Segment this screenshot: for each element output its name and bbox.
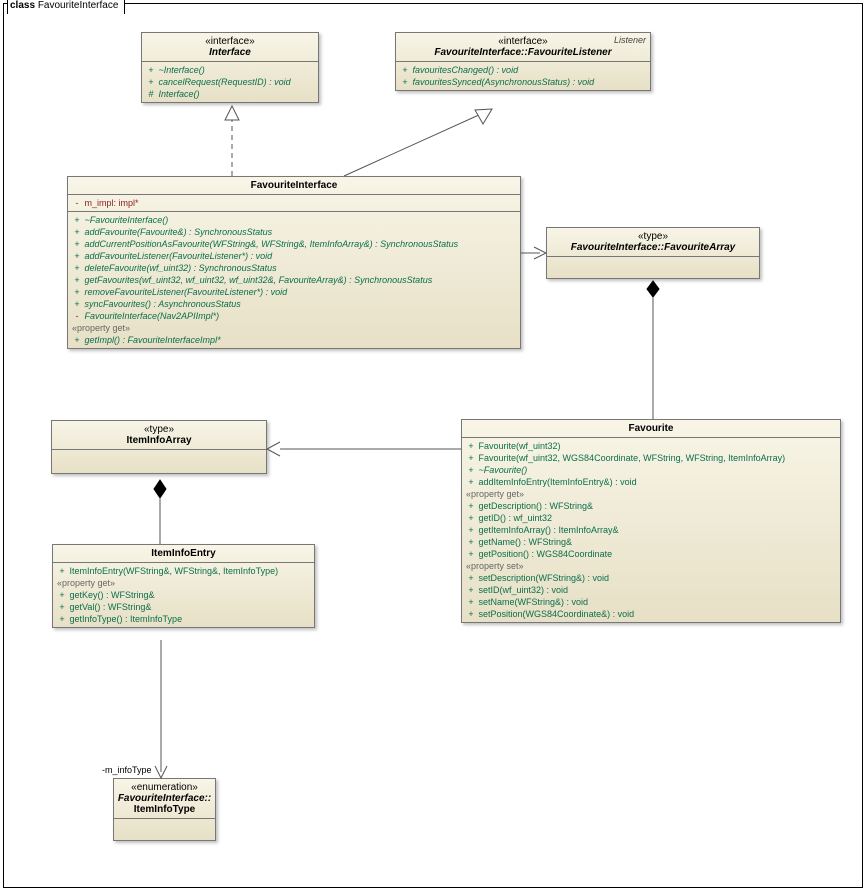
operation-row: + setID(wf_uint32) : void — [466, 584, 836, 596]
class-favinterface-attrs: - m_impl: impl* — [68, 194, 520, 211]
operation-row: + ~FavouriteInterface() — [72, 214, 516, 226]
operation-row: + cancelRequest(RequestID) : void — [146, 76, 314, 88]
class-favourite: Favourite + Favourite(wf_uint32) + Favou… — [461, 419, 841, 623]
stereotype-label: «interface» — [400, 36, 646, 47]
empty-section — [52, 449, 266, 473]
operation-row: + getInfoType() : ItemInfoType — [57, 613, 310, 625]
class-favinterface-ops: + ~FavouriteInterface() + addFavourite(F… — [68, 211, 520, 348]
operation-row: + getImpl() : FavouriteInterfaceImpl* — [72, 334, 516, 346]
operation-row: + getFavourites(wf_uint32, wf_uint32, wf… — [72, 274, 516, 286]
class-favarray-title: «type» FavouriteInterface::FavouriteArra… — [547, 228, 759, 256]
operation-row: + getVal() : WFString& — [57, 601, 310, 613]
class-iteminfotype-title: «enumeration» FavouriteInterface:: ItemI… — [114, 779, 215, 818]
empty-section — [114, 818, 215, 840]
class-name: Favourite — [466, 423, 836, 434]
operation-row: + ~Favourite() — [466, 464, 836, 476]
class-favourite-ops: + Favourite(wf_uint32) + Favourite(wf_ui… — [462, 437, 840, 622]
operation-row: + setDescription(WFString&) : void — [466, 572, 836, 584]
class-iteminfoentry-title: ItemInfoEntry — [53, 545, 314, 562]
operation-row: + favouritesChanged() : void — [400, 64, 646, 76]
operation-row: + getPosition() : WGS84Coordinate — [466, 548, 836, 560]
operation-row: + ~Interface() — [146, 64, 314, 76]
class-name: FavouriteInterface:: — [116, 793, 213, 804]
operation-row: + setName(WFString&) : void — [466, 596, 836, 608]
frame-title-tab: class FavouriteInterface — [7, 0, 125, 14]
class-favourite-interface: FavouriteInterface - m_impl: impl* + ~Fa… — [67, 176, 521, 349]
class-name: FavouriteInterface — [72, 180, 516, 191]
class-favinterface-title: FavouriteInterface — [68, 177, 520, 194]
class-interface-title: «interface» Interface — [142, 33, 318, 61]
operation-row: - FavouriteInterface(Nav2APIImpl*) — [72, 310, 516, 322]
class-item-info-entry: ItemInfoEntry + ItemInfoEntry(WFString&,… — [52, 544, 315, 628]
class-favourite-array: «type» FavouriteInterface::FavouriteArra… — [546, 227, 760, 279]
empty-section — [547, 256, 759, 278]
operation-row: + addItemInfoEntry(ItemInfoEntry&) : voi… — [466, 476, 836, 488]
class-listener-ops: + favouritesChanged() : void + favourite… — [396, 61, 650, 90]
class-iteminfoentry-ops: + ItemInfoEntry(WFString&, WFString&, It… — [53, 562, 314, 627]
attribute-row: - m_impl: impl* — [72, 197, 516, 209]
operation-row: + favouritesSynced(AsynchronousStatus) :… — [400, 76, 646, 88]
class-favourite-listener: Listener «interface» FavouriteInterface:… — [395, 32, 651, 91]
property-get-label: «property get» — [57, 577, 310, 589]
operation-row: # Interface() — [146, 88, 314, 100]
class-iteminfoarray-title: «type» ItemInfoArray — [52, 421, 266, 449]
operation-row: + removeFavouriteListener(FavouriteListe… — [72, 286, 516, 298]
class-item-info-type: «enumeration» FavouriteInterface:: ItemI… — [113, 778, 216, 841]
operation-row: + getKey() : WFString& — [57, 589, 310, 601]
frame-keyword: class — [10, 0, 35, 11]
operation-row: + addFavouriteListener(FavouriteListener… — [72, 250, 516, 262]
operation-row: + deleteFavourite(wf_uint32) : Synchrono… — [72, 262, 516, 274]
operation-row: + syncFavourites() : AsynchronousStatus — [72, 298, 516, 310]
stereotype-label: «type» — [56, 424, 262, 435]
operation-row: + ItemInfoEntry(WFString&, WFString&, It… — [57, 565, 310, 577]
diagram-canvas: class FavouriteInterface «interface» Int… — [0, 0, 868, 892]
property-get-label: «property get» — [466, 488, 836, 500]
listener-corner-label: Listener — [614, 35, 646, 45]
class-listener-title: «interface» FavouriteInterface::Favourit… — [396, 33, 650, 61]
class-name: ItemInfoEntry — [57, 548, 310, 559]
property-set-label: «property set» — [466, 560, 836, 572]
operation-row: + getID() : wf_uint32 — [466, 512, 836, 524]
class-interface-ops: + ~Interface() + cancelRequest(RequestID… — [142, 61, 318, 102]
operation-row: + getDescription() : WFString& — [466, 500, 836, 512]
class-name: FavouriteInterface::FavouriteArray — [551, 242, 755, 253]
stereotype-label: «type» — [551, 231, 755, 242]
operation-row: + getItemInfoArray() : ItemInfoArray& — [466, 524, 836, 536]
class-name-line2: ItemInfoType — [116, 804, 213, 815]
class-name: ItemInfoArray — [56, 435, 262, 446]
class-favourite-title: Favourite — [462, 420, 840, 437]
operation-row: + addFavourite(Favourite&) : Synchronous… — [72, 226, 516, 238]
association-label-minfotype: -m_infoType — [102, 765, 152, 775]
property-get-label: «property get» — [72, 322, 516, 334]
class-item-info-array: «type» ItemInfoArray — [51, 420, 267, 474]
operation-row: + addCurrentPositionAsFavourite(WFString… — [72, 238, 516, 250]
class-interface: «interface» Interface + ~Interface() + c… — [141, 32, 319, 103]
operation-row: + Favourite(wf_uint32) — [466, 440, 836, 452]
class-name: Interface — [146, 47, 314, 58]
operation-row: + getName() : WFString& — [466, 536, 836, 548]
operation-row: + setPosition(WGS84Coordinate&) : void — [466, 608, 836, 620]
stereotype-label: «interface» — [146, 36, 314, 47]
operation-row: + Favourite(wf_uint32, WGS84Coordinate, … — [466, 452, 836, 464]
class-name: FavouriteInterface::FavouriteListener — [400, 47, 646, 58]
stereotype-label: «enumeration» — [116, 782, 213, 793]
frame-name: FavouriteInterface — [38, 0, 119, 11]
